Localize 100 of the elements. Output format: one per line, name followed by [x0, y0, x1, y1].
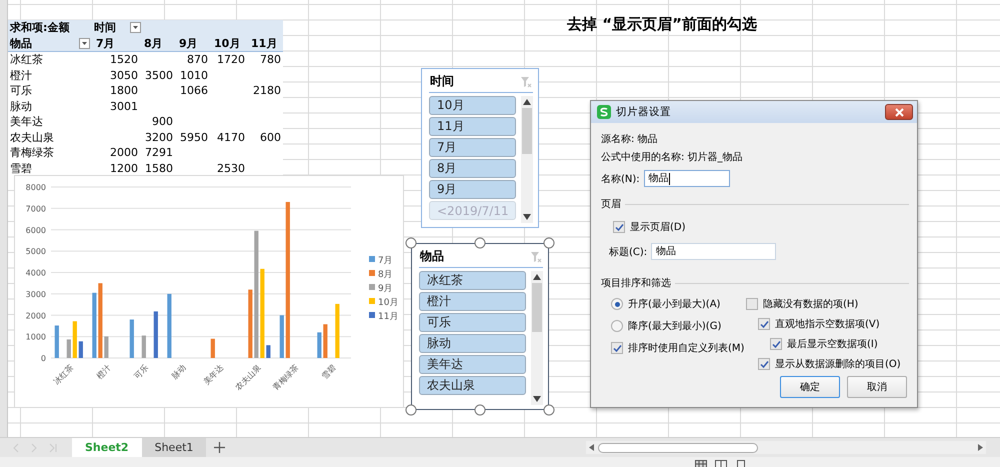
resize-handle[interactable]: [544, 404, 554, 416]
row-label: 可乐: [9, 83, 33, 98]
checkbox-label: 排序时使用自定义列表(M): [628, 342, 744, 355]
checkbox[interactable]: [613, 221, 625, 233]
dropdown-icon[interactable]: [79, 38, 90, 49]
axis-label: 7000: [26, 204, 46, 214]
axis-label: 可乐: [132, 363, 150, 381]
table-cell-text: 900: [151, 114, 174, 130]
slicer-panel[interactable]: 时间 10月 11月 7月 8月 9月 <2019/7/11: [421, 68, 539, 228]
normal-view-icon[interactable]: [695, 460, 707, 467]
checkbox[interactable]: [746, 298, 758, 310]
scroll-right-icon[interactable]: [978, 444, 983, 451]
slicer-item[interactable]: 7月: [429, 138, 516, 157]
resize-handle[interactable]: [406, 238, 416, 248]
slicer-panel[interactable]: 物品 冰红茶 橙汁 可乐 脉动 美年达 农夫山泉: [411, 243, 549, 410]
sheet-tab[interactable]: Sheet1: [142, 438, 206, 457]
slicer-item[interactable]: 8月: [429, 159, 516, 178]
checkbox[interactable]: [770, 338, 782, 350]
chart-bar: [104, 336, 108, 358]
table-cell-text: 2000: [109, 145, 139, 160]
slicer-item[interactable]: 冰红茶: [419, 271, 526, 290]
scrollbar[interactable]: [531, 271, 543, 405]
slicer-item[interactable]: 9月: [429, 180, 516, 199]
table-cell-text: 1010: [179, 68, 209, 83]
table-cell-text: 2180: [252, 83, 282, 98]
scroll-down-icon[interactable]: [523, 214, 531, 220]
scroll-left-icon[interactable]: [589, 444, 594, 451]
axis-label: 8000: [26, 183, 46, 192]
checkbox-label: 隐藏没有数据的项(H): [763, 298, 858, 311]
radio-label: 降序(最大到最小)(G): [628, 320, 722, 333]
column-header: 7月: [95, 36, 116, 51]
dropdown-icon[interactable]: [130, 22, 141, 34]
resize-handle[interactable]: [474, 238, 486, 248]
table-cell-text: 3500: [144, 68, 174, 83]
legend-label: 10月: [378, 298, 398, 308]
axis-label: 0: [40, 354, 46, 363]
dialog-title: 切片器设置: [616, 105, 671, 119]
table-cell-text: 2530: [216, 160, 246, 176]
table-cell-text: 5950: [179, 130, 209, 145]
axis-label: 青梅绿茶: [271, 363, 300, 392]
chart-bar: [66, 339, 71, 358]
slicer-item[interactable]: 美年达: [419, 355, 526, 374]
slicer-item[interactable]: 11月: [429, 117, 516, 136]
table-cell-text: 3050: [109, 68, 139, 83]
slicer-item[interactable]: 脉动: [419, 334, 526, 353]
checkbox[interactable]: [611, 342, 623, 354]
name-input-field[interactable]: 物品: [644, 170, 730, 187]
column-header: 10月: [213, 36, 242, 51]
scrollbar[interactable]: [521, 96, 533, 223]
sheet-tab[interactable]: Sheet2: [72, 438, 142, 457]
page-break-icon[interactable]: [735, 460, 747, 467]
table-cell-text: 870: [186, 52, 209, 68]
row-field-label: 物品: [10, 36, 32, 51]
column-header: 9月: [178, 36, 199, 51]
axis-label: 农夫山泉: [234, 363, 263, 392]
slicer-item[interactable]: 10月: [429, 96, 516, 115]
resize-handle[interactable]: [406, 404, 416, 416]
table-cell-text: 4170: [216, 130, 246, 145]
scroll-down-icon[interactable]: [533, 396, 541, 402]
checkbox[interactable]: [758, 358, 770, 370]
ok-button[interactable]: 确定: [780, 376, 840, 398]
caption-input-field[interactable]: 物品: [651, 243, 776, 260]
table-cell-text: 3001: [109, 98, 139, 114]
close-button[interactable]: [885, 104, 913, 120]
chart-bar: [317, 332, 322, 358]
horizontal-scrollbar[interactable]: [586, 441, 986, 454]
checkbox-label: 显示页眉(D): [630, 221, 686, 234]
column-header: 11月: [250, 36, 278, 51]
axis-label: 5000: [26, 247, 46, 256]
axis-label: 4000: [26, 268, 46, 278]
table-cell-text: 1720: [216, 52, 246, 68]
radio-button[interactable]: [611, 320, 623, 332]
resize-handle[interactable]: [544, 238, 554, 248]
legend-label: 7月: [378, 256, 393, 266]
column-header: 8月: [143, 36, 164, 51]
add-sheet-icon[interactable]: [214, 442, 226, 453]
checkbox-label: 显示从数据源删除的项目(O): [775, 358, 901, 371]
scroll-up-icon[interactable]: [523, 99, 531, 105]
table-cell-text: 1520: [109, 52, 139, 68]
scroll-up-icon[interactable]: [533, 274, 541, 280]
app-icon: [597, 105, 611, 119]
axis-label: 3000: [26, 290, 46, 299]
table-cell-text: 1066: [179, 83, 209, 98]
chart-bar: [167, 294, 172, 358]
table-cell-text: 780: [259, 52, 282, 68]
radio-button[interactable]: [611, 298, 623, 310]
slicer-item[interactable]: 农夫山泉: [419, 376, 526, 395]
chart-bar: [78, 341, 83, 358]
checkbox[interactable]: [758, 318, 770, 330]
cancel-button[interactable]: 取消: [847, 376, 907, 398]
close-icon: [894, 108, 904, 116]
row-label: 农夫山泉: [9, 130, 55, 145]
row-label: 橙汁: [9, 68, 33, 83]
page-view-icon[interactable]: [715, 460, 727, 467]
resize-handle[interactable]: [474, 404, 486, 416]
slicer-item[interactable]: 橙汁: [419, 292, 526, 311]
axis-label: 2000: [26, 311, 46, 320]
axis-label: 1000: [26, 332, 46, 342]
slicer-item[interactable]: 可乐: [419, 313, 526, 332]
row-label: 美年达: [9, 114, 44, 130]
